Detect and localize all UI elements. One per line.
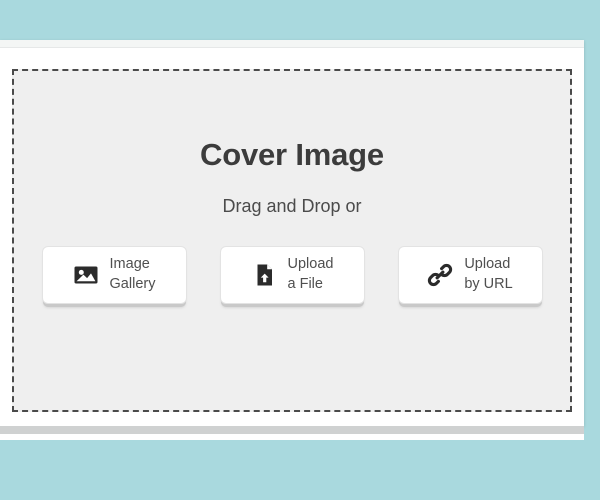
page-backdrop: Cover Image Drag and Drop or Image Galle… <box>0 0 600 500</box>
page-title: Cover Image <box>200 137 384 172</box>
image-gallery-icon <box>73 262 99 288</box>
upload-by-url-button[interactable]: Upload by URL <box>397 246 543 304</box>
image-gallery-button-label: Image Gallery <box>109 256 156 292</box>
file-upload-icon <box>251 262 277 288</box>
card-bottom-strip <box>0 426 584 440</box>
card-bottom-bar <box>0 426 584 434</box>
card-top-strip <box>0 40 584 48</box>
upload-a-file-button-label: Upload a File <box>287 256 334 292</box>
image-gallery-button[interactable]: Image Gallery <box>41 246 187 304</box>
link-icon <box>427 262 453 288</box>
dropzone-instruction-text: Drag and Drop or <box>222 196 362 216</box>
cover-image-card: Cover Image Drag and Drop or Image Galle… <box>0 40 584 426</box>
dropzone-action-buttons: Image Gallery Upload a File Upload by UR… <box>41 246 543 304</box>
cover-image-dropzone[interactable]: Cover Image Drag and Drop or Image Galle… <box>12 69 572 412</box>
upload-a-file-button[interactable]: Upload a File <box>219 246 365 304</box>
upload-by-url-button-label: Upload by URL <box>464 256 513 292</box>
